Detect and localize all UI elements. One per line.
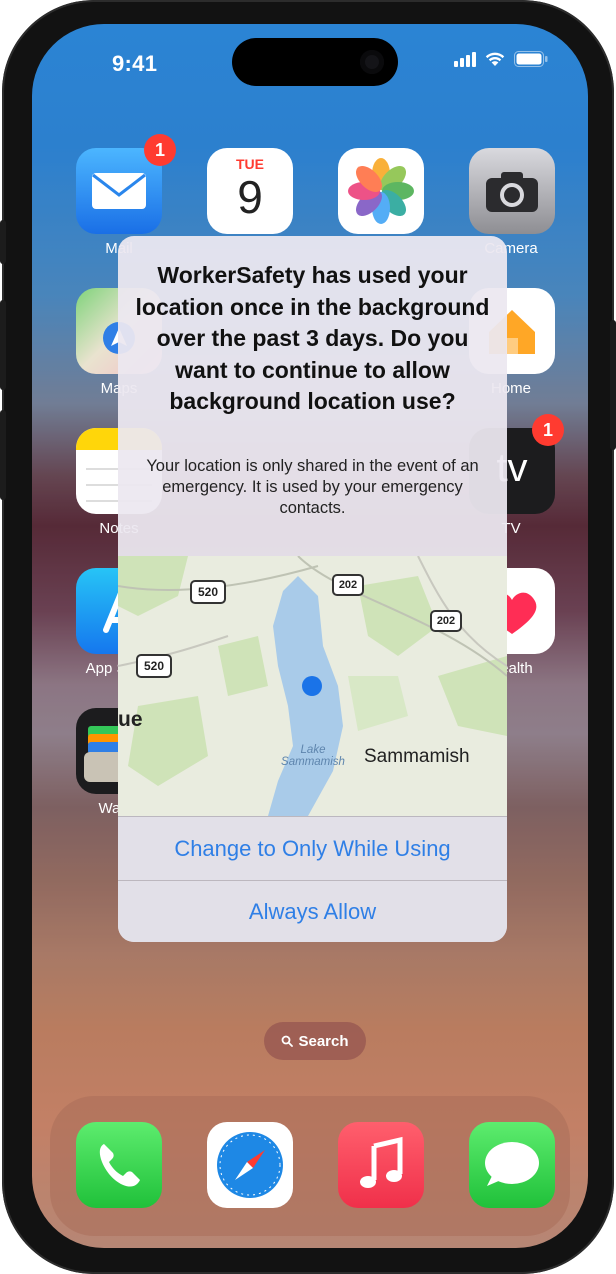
phone-handset-icon: [99, 1144, 140, 1187]
tv-badge: 1: [532, 414, 564, 446]
route-shield-520-top: 520: [190, 580, 226, 604]
alert-title: WorkerSafety has used your location once…: [135, 262, 490, 414]
location-map: 520 202 202 520 ue Lake Sammamish Sammam…: [118, 556, 507, 816]
map-graphic: [118, 556, 507, 816]
power-button: [610, 320, 616, 450]
spotlight-search-button[interactable]: Search: [264, 1022, 366, 1060]
map-edge-label: ue: [118, 708, 143, 731]
always-allow-button[interactable]: Always Allow: [118, 881, 507, 942]
front-camera: [360, 50, 384, 74]
photos-app-icon[interactable]: [338, 148, 424, 234]
messages-app-icon[interactable]: [469, 1122, 555, 1208]
wifi-icon: [485, 52, 505, 66]
route-shield-520-left: 520: [136, 654, 172, 678]
cellular-signal-icon: [454, 51, 476, 67]
search-icon: [282, 1035, 294, 1047]
search-label: Search: [298, 1032, 349, 1050]
phone-app-icon[interactable]: [76, 1122, 162, 1208]
calendar-date: 9: [237, 171, 263, 223]
route-shield-202-right: 202: [430, 610, 462, 632]
phone-frame: 9:41 1 TUE 9 Camera Home tv 1 TV App Hea…: [0, 0, 616, 1274]
music-note-icon: [360, 1136, 403, 1188]
change-to-while-using-button[interactable]: Change to Only While Using: [118, 817, 507, 880]
music-app-icon[interactable]: [338, 1122, 424, 1208]
home-screen: 9:41 1 TUE 9 Camera Home tv 1 TV App Hea…: [32, 24, 588, 1248]
camera-icon: [486, 172, 538, 212]
status-time: 9:41: [112, 51, 158, 76]
status-bar: 9:41: [32, 24, 588, 100]
safari-app-icon[interactable]: [207, 1122, 293, 1208]
camera-app-icon[interactable]: [469, 148, 555, 234]
speech-bubble-icon: [485, 1142, 539, 1186]
location-permission-alert: WorkerSafety has used your location once…: [118, 236, 507, 942]
alert-message: Your location is only shared in the even…: [146, 457, 479, 517]
route-shield-202-left: 202: [332, 574, 364, 596]
dynamic-island: [232, 38, 398, 86]
place-label: Sammamish: [364, 746, 470, 767]
calendar-app-icon[interactable]: TUE 9: [207, 148, 293, 234]
volume-down-button: [0, 410, 6, 500]
lake-label: Lake Sammamish: [281, 744, 345, 768]
mail-badge: 1: [144, 134, 176, 166]
action-button: [0, 220, 6, 264]
volume-up-button: [0, 300, 6, 390]
battery-icon: [514, 51, 548, 67]
photos-flower-icon: [348, 158, 414, 224]
compass-icon: [217, 1132, 283, 1198]
